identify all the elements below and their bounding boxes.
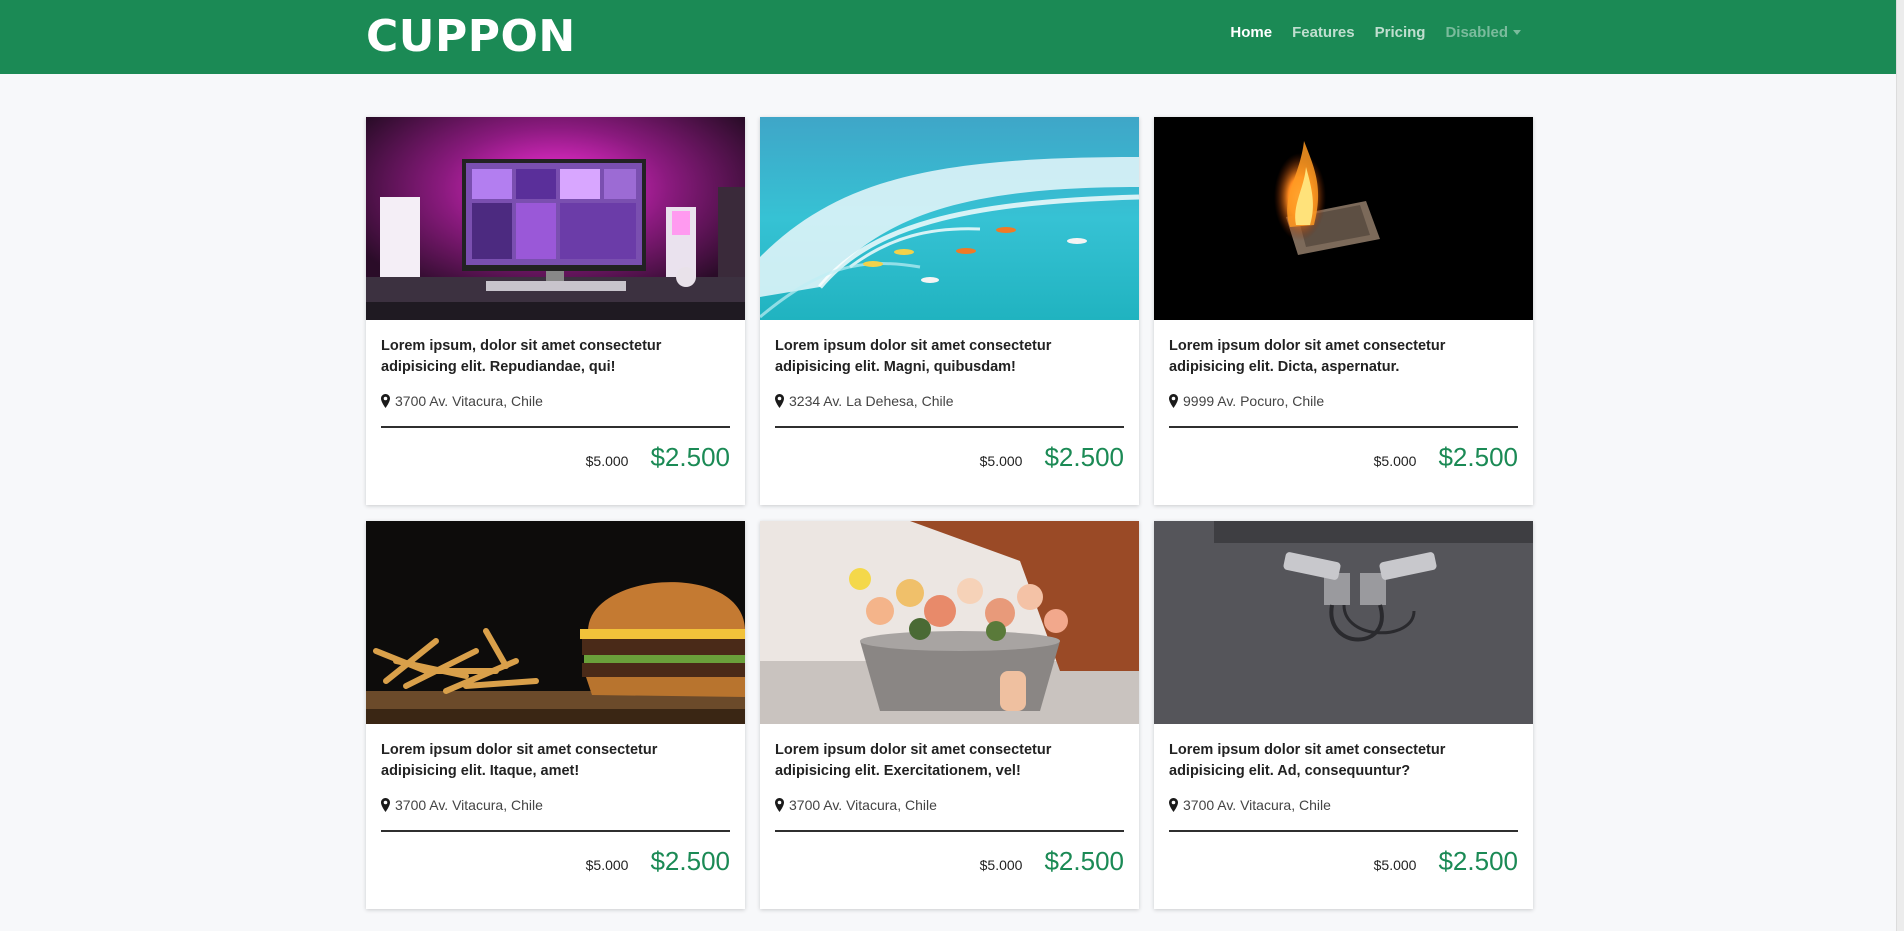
card-old-price: $5.000 xyxy=(979,453,1023,469)
card-image-desk-computer[interactable] xyxy=(366,117,745,320)
card-location-text: 3234 Av. La Dehesa, Chile xyxy=(789,393,954,409)
nav-link-pricing[interactable]: Pricing xyxy=(1375,24,1426,41)
coupon-card[interactable]: Lorem ipsum dolor sit amet consectetur a… xyxy=(1154,117,1533,505)
card-image-security-cameras[interactable] xyxy=(1154,521,1533,724)
coupon-grid: Lorem ipsum, dolor sit amet consectetur … xyxy=(366,117,1533,909)
brand-logo[interactable]: CUPPON xyxy=(366,10,576,64)
card-prices: $5.000 $2.500 xyxy=(775,846,1124,877)
card-new-price: $2.500 xyxy=(650,442,730,472)
map-marker-icon xyxy=(775,798,784,812)
card-image-burning-paper[interactable] xyxy=(1154,117,1533,320)
coupon-card[interactable]: Lorem ipsum dolor sit amet consectetur a… xyxy=(1154,521,1533,909)
map-marker-icon xyxy=(381,394,390,408)
card-divider xyxy=(775,426,1124,428)
card-image-burger-fries[interactable] xyxy=(366,521,745,724)
map-marker-icon xyxy=(1169,394,1178,408)
card-location: 3700 Av. Vitacura, Chile xyxy=(1169,797,1518,813)
nav-dropdown-disabled: Disabled xyxy=(1445,24,1521,41)
card-old-price: $5.000 xyxy=(1373,453,1417,469)
card-title[interactable]: Lorem ipsum dolor sit amet consectetur a… xyxy=(775,336,1124,378)
card-image-flower-bouquet[interactable] xyxy=(760,521,1139,724)
card-prices: $5.000 $2.500 xyxy=(1169,846,1518,877)
page-scrollbar[interactable] xyxy=(1896,0,1904,931)
card-prices: $5.000 $2.500 xyxy=(381,846,730,877)
card-new-price: $2.500 xyxy=(1438,846,1518,876)
card-location: 3700 Av. Vitacura, Chile xyxy=(381,393,730,409)
nav-link-features[interactable]: Features xyxy=(1292,24,1355,41)
map-marker-icon xyxy=(775,394,784,408)
card-location-text: 3700 Av. Vitacura, Chile xyxy=(1183,797,1331,813)
caret-down-icon xyxy=(1513,30,1521,35)
card-title[interactable]: Lorem ipsum dolor sit amet consectetur a… xyxy=(775,740,1124,782)
card-old-price: $5.000 xyxy=(585,857,629,873)
nav-menu: Home Features Pricing Disabled xyxy=(1230,24,1521,41)
card-image-surfers[interactable] xyxy=(760,117,1139,320)
card-location-text: 9999 Av. Pocuro, Chile xyxy=(1183,393,1325,409)
top-navbar: CUPPON Home Features Pricing Disabled xyxy=(0,0,1904,74)
card-old-price: $5.000 xyxy=(979,857,1023,873)
card-new-price: $2.500 xyxy=(1438,442,1518,472)
card-divider xyxy=(1169,830,1518,832)
card-divider xyxy=(381,830,730,832)
card-title[interactable]: Lorem ipsum dolor sit amet consectetur a… xyxy=(1169,336,1518,378)
card-prices: $5.000 $2.500 xyxy=(1169,442,1518,473)
card-new-price: $2.500 xyxy=(650,846,730,876)
nav-link-home[interactable]: Home xyxy=(1230,24,1272,41)
nav-dropdown-label: Disabled xyxy=(1445,24,1508,41)
coupon-card[interactable]: Lorem ipsum, dolor sit amet consectetur … xyxy=(366,117,745,505)
map-marker-icon xyxy=(1169,798,1178,812)
card-title[interactable]: Lorem ipsum dolor sit amet consectetur a… xyxy=(381,740,730,782)
card-title[interactable]: Lorem ipsum dolor sit amet consectetur a… xyxy=(1169,740,1518,782)
map-marker-icon xyxy=(381,798,390,812)
card-location-text: 3700 Av. Vitacura, Chile xyxy=(395,797,543,813)
coupon-card[interactable]: Lorem ipsum dolor sit amet consectetur a… xyxy=(366,521,745,909)
card-new-price: $2.500 xyxy=(1044,442,1124,472)
coupon-card[interactable]: Lorem ipsum dolor sit amet consectetur a… xyxy=(760,117,1139,505)
card-location: 3700 Av. Vitacura, Chile xyxy=(381,797,730,813)
card-prices: $5.000 $2.500 xyxy=(775,442,1124,473)
card-old-price: $5.000 xyxy=(585,453,629,469)
card-divider xyxy=(381,426,730,428)
card-location: 9999 Av. Pocuro, Chile xyxy=(1169,393,1518,409)
coupon-card[interactable]: Lorem ipsum dolor sit amet consectetur a… xyxy=(760,521,1139,909)
card-location: 3234 Av. La Dehesa, Chile xyxy=(775,393,1124,409)
card-location-text: 3700 Av. Vitacura, Chile xyxy=(395,393,543,409)
card-location: 3700 Av. Vitacura, Chile xyxy=(775,797,1124,813)
card-old-price: $5.000 xyxy=(1373,857,1417,873)
card-location-text: 3700 Av. Vitacura, Chile xyxy=(789,797,937,813)
card-divider xyxy=(1169,426,1518,428)
card-divider xyxy=(775,830,1124,832)
card-title[interactable]: Lorem ipsum, dolor sit amet consectetur … xyxy=(381,336,730,378)
card-prices: $5.000 $2.500 xyxy=(381,442,730,473)
card-new-price: $2.500 xyxy=(1044,846,1124,876)
